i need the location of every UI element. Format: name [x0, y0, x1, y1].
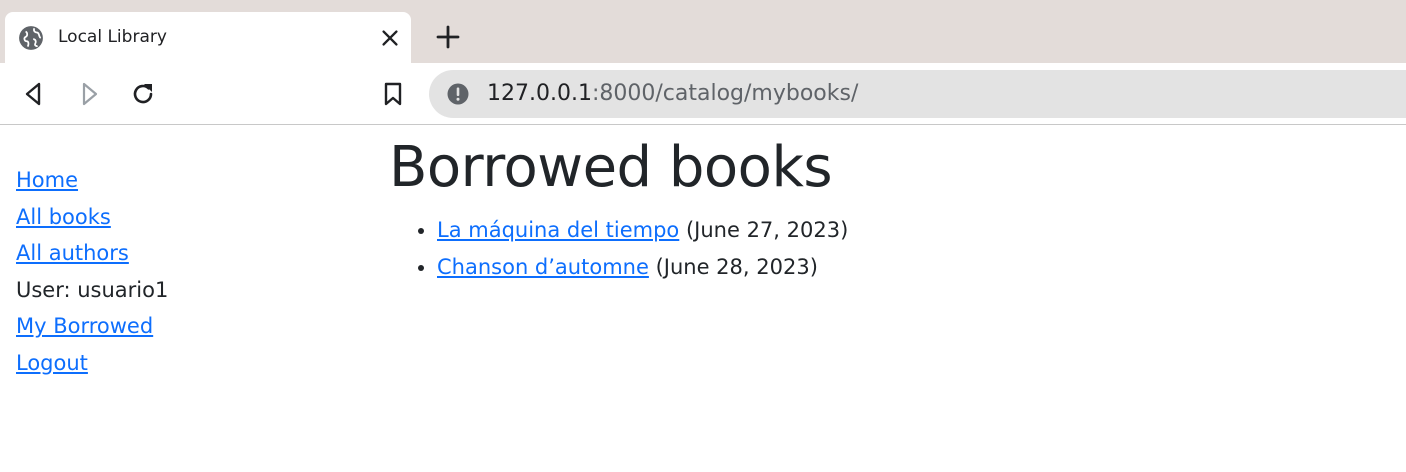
logout-link[interactable]: Logout [16, 351, 88, 375]
address-bar[interactable]: 127.0.0.1:8000/catalog/mybooks/ [429, 70, 1406, 118]
close-icon[interactable] [379, 27, 401, 49]
book-title-link[interactable]: La máquina del tiempo [437, 218, 679, 242]
forward-arrow-icon[interactable] [75, 80, 103, 108]
sidebar-item-home[interactable]: Home [16, 162, 168, 199]
url-text[interactable]: 127.0.0.1:8000/catalog/mybooks/ [487, 81, 858, 106]
page-title: Borrowed books [389, 135, 833, 200]
main-content: Borrowed books La máquina del tiempo (Ju… [389, 134, 848, 286]
home-link[interactable]: Home [16, 168, 78, 192]
browser-toolbar: 127.0.0.1:8000/catalog/mybooks/ [0, 63, 1406, 125]
page-content: Home All books All authors User: usuario… [0, 126, 1406, 472]
list-item: Chanson d’automne (June 28, 2023) [437, 249, 848, 286]
current-user-label: User: usuario1 [16, 277, 169, 302]
sidebar-nav: Home All books All authors User: usuario… [16, 162, 168, 382]
globe-icon [19, 26, 43, 50]
reload-icon[interactable] [129, 80, 157, 108]
borrowed-book-list: La máquina del tiempo (June 27, 2023) Ch… [389, 212, 848, 286]
sidebar-item-logout[interactable]: Logout [16, 345, 168, 382]
sidebar-item-my-borrowed[interactable]: My Borrowed [16, 308, 168, 345]
due-date: (June 27, 2023) [685, 218, 849, 242]
sidebar-item-all-authors[interactable]: All authors [16, 235, 168, 272]
all-authors-link[interactable]: All authors [16, 241, 129, 265]
my-borrowed-link[interactable]: My Borrowed [16, 314, 153, 338]
new-tab-plus-icon[interactable] [436, 25, 460, 49]
info-icon[interactable] [447, 83, 469, 105]
all-books-link[interactable]: All books [16, 205, 111, 229]
browser-tab[interactable]: Local Library [5, 12, 411, 63]
book-title-link[interactable]: Chanson d’automne [437, 255, 649, 279]
url-path: :8000/catalog/mybooks/ [591, 81, 859, 106]
tab-strip: Local Library [0, 0, 1406, 63]
bookmark-icon[interactable] [379, 80, 407, 108]
sidebar-item-user: User: usuario1 [16, 272, 168, 309]
sidebar-item-all-books[interactable]: All books [16, 199, 168, 236]
tab-title: Local Library [58, 27, 167, 47]
url-host: 127.0.0.1 [487, 81, 592, 106]
back-arrow-icon[interactable] [20, 80, 48, 108]
list-item: La máquina del tiempo (June 27, 2023) [437, 212, 848, 249]
due-date: (June 28, 2023) [655, 255, 818, 279]
